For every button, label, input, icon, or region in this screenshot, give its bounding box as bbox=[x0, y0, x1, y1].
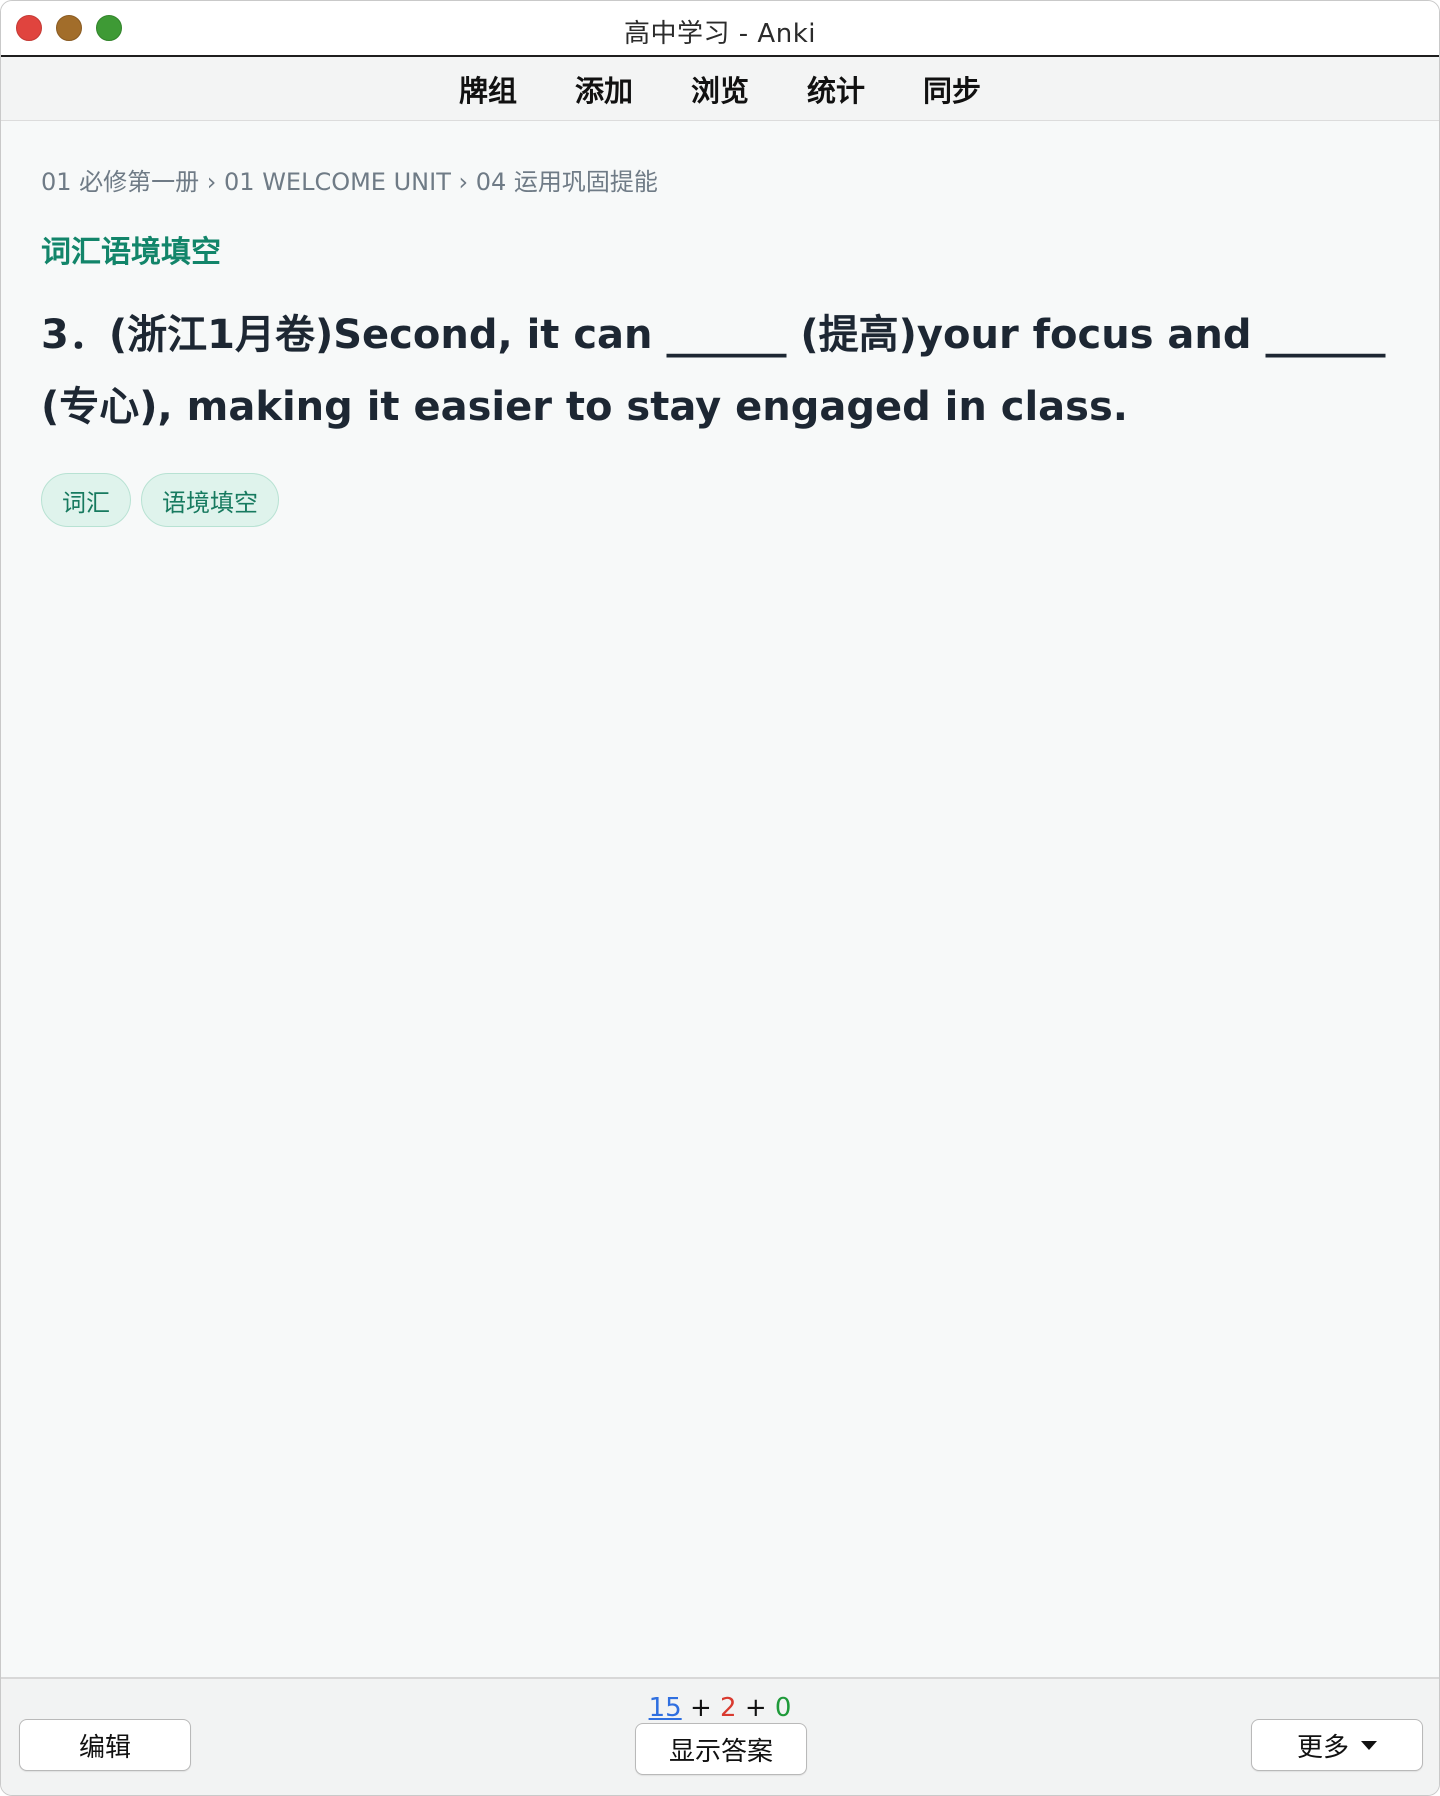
tag-context-fill[interactable]: 语境填空 bbox=[141, 473, 279, 527]
anki-window: 高中学习 - Anki 牌组 添加 浏览 统计 同步 01 必修第一册 › 01… bbox=[0, 0, 1440, 1796]
tag-list: 词汇 语境填空 bbox=[41, 473, 1399, 527]
main-toolbar: 牌组 添加 浏览 统计 同步 bbox=[1, 57, 1439, 121]
deck-breadcrumb: 01 必修第一册 › 01 WELCOME UNIT › 04 运用巩固提能 bbox=[41, 168, 658, 196]
toolbar-sync[interactable]: 同步 bbox=[894, 68, 1010, 110]
count-separator: + bbox=[689, 1693, 712, 1723]
section-title: 词汇语境填空 bbox=[41, 235, 221, 270]
due-counts: 15 + 2 + 0 bbox=[1, 1693, 1439, 1723]
more-button[interactable]: 更多 bbox=[1251, 1719, 1423, 1771]
tag-vocabulary[interactable]: 词汇 bbox=[41, 473, 131, 527]
toolbar-decks[interactable]: 牌组 bbox=[430, 68, 546, 110]
count-separator: + bbox=[744, 1693, 767, 1723]
toolbar-browse[interactable]: 浏览 bbox=[662, 68, 778, 110]
window-title: 高中学习 - Anki bbox=[624, 19, 816, 49]
new-count: 15 bbox=[648, 1693, 682, 1723]
show-answer-button[interactable]: 显示答案 bbox=[635, 1723, 807, 1775]
edit-button-label: 编辑 bbox=[78, 1732, 131, 1763]
card-content: 01 必修第一册 › 01 WELCOME UNIT › 04 运用巩固提能 词… bbox=[1, 122, 1439, 1677]
title-bar: 高中学习 - Anki bbox=[1, 1, 1439, 57]
more-button-label: 更多 bbox=[1296, 1732, 1349, 1763]
toolbar-add[interactable]: 添加 bbox=[546, 68, 662, 110]
question-text: 3．(浙江1月卷)Second, it can ______ (提高)your … bbox=[41, 312, 1386, 430]
learn-count: 2 bbox=[720, 1693, 737, 1723]
review-count: 0 bbox=[774, 1693, 792, 1723]
show-answer-label: 显示答案 bbox=[668, 1736, 773, 1767]
caret-down-icon bbox=[1361, 1740, 1377, 1750]
edit-button[interactable]: 编辑 bbox=[19, 1719, 191, 1771]
review-bottom-bar: 15 + 2 + 0 编辑 显示答案 更多 bbox=[1, 1677, 1439, 1795]
toolbar-stats[interactable]: 统计 bbox=[778, 68, 894, 110]
